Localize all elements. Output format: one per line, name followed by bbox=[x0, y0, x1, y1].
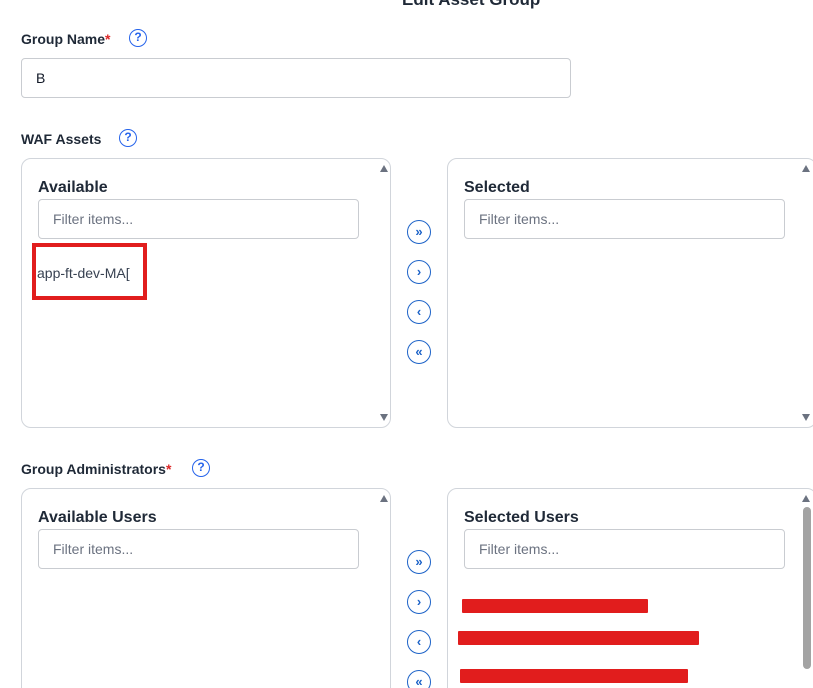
available-users-title: Available Users bbox=[38, 509, 157, 526]
required-marker: * bbox=[105, 31, 111, 47]
waf-assets-label: WAF Assets bbox=[21, 131, 102, 147]
question-circle-icon[interactable]: ? bbox=[192, 459, 210, 477]
chevron-right-icon[interactable]: › bbox=[407, 260, 431, 284]
question-circle-icon[interactable]: ? bbox=[119, 129, 137, 147]
selected-assets-title: Selected bbox=[464, 179, 530, 196]
double-chevron-left-icon[interactable]: « bbox=[407, 670, 431, 688]
group-administrators-label-text: Group Administrators bbox=[21, 461, 166, 477]
selected-assets-filter-input[interactable] bbox=[464, 199, 785, 239]
annotation-highlight-box bbox=[32, 243, 147, 300]
required-marker: * bbox=[165, 461, 172, 477]
redacted-user-entry[interactable] bbox=[458, 631, 699, 645]
group-name-input[interactable] bbox=[21, 58, 571, 98]
group-administrators-label: Group Administrators* bbox=[21, 461, 171, 477]
dialog-title: Edit Asset Group bbox=[402, 0, 540, 10]
scroll-up-arrow-icon[interactable] bbox=[380, 165, 388, 172]
chevron-left-icon[interactable]: ‹ bbox=[407, 630, 431, 654]
double-chevron-right-icon[interactable]: » bbox=[407, 220, 431, 244]
scrollbar-thumb[interactable] bbox=[803, 507, 811, 669]
chevron-right-icon[interactable]: › bbox=[407, 590, 431, 614]
redacted-user-entry[interactable] bbox=[462, 599, 648, 613]
selected-users-list: Selected Users bbox=[447, 488, 813, 688]
double-chevron-right-icon[interactable]: » bbox=[407, 550, 431, 574]
scroll-up-arrow-icon[interactable] bbox=[802, 165, 810, 172]
question-circle-icon[interactable]: ? bbox=[129, 29, 147, 47]
scroll-up-arrow-icon[interactable] bbox=[802, 495, 810, 502]
available-assets-filter-input[interactable] bbox=[38, 199, 359, 239]
edit-asset-group-page: Edit Asset Group Group Name* ? WAF Asset… bbox=[0, 0, 813, 688]
group-name-label-text: Group Name bbox=[21, 31, 106, 47]
chevron-left-icon[interactable]: ‹ bbox=[407, 300, 431, 324]
selected-users-filter-input[interactable] bbox=[464, 529, 785, 569]
redacted-user-entry[interactable] bbox=[460, 669, 688, 683]
available-users-list: Available Users bbox=[21, 488, 391, 688]
available-assets-title: Available bbox=[38, 179, 108, 196]
selected-users-title: Selected Users bbox=[464, 509, 579, 526]
scroll-down-arrow-icon[interactable] bbox=[380, 414, 388, 421]
selected-assets-list: Selected bbox=[447, 158, 813, 428]
scroll-up-arrow-icon[interactable] bbox=[380, 495, 388, 502]
available-users-filter-input[interactable] bbox=[38, 529, 359, 569]
double-chevron-left-icon[interactable]: « bbox=[407, 340, 431, 364]
group-name-label: Group Name* bbox=[21, 31, 110, 47]
scroll-down-arrow-icon[interactable] bbox=[802, 414, 810, 421]
